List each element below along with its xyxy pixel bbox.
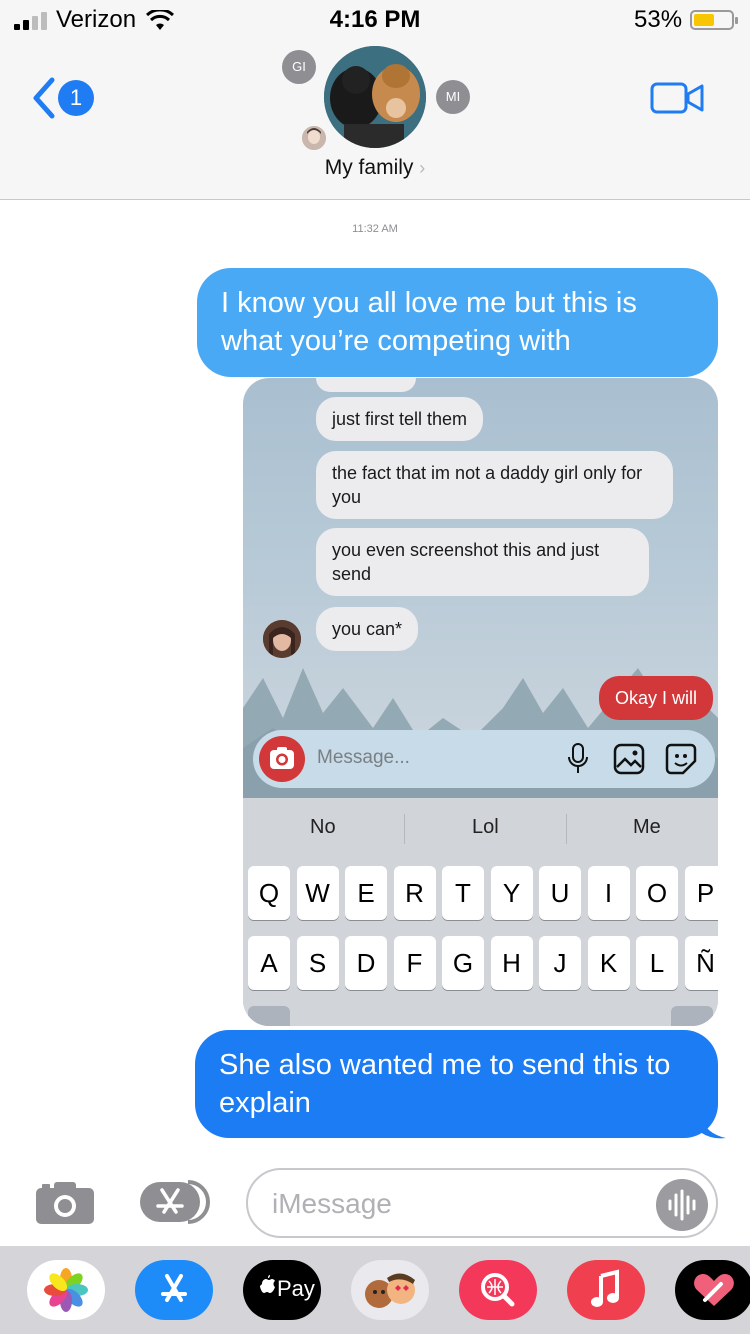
audio-message-button[interactable] [656, 1179, 708, 1231]
camera-icon[interactable] [34, 1178, 96, 1226]
key-s: S [296, 936, 339, 990]
keyboard: No Lol Me QWERTYUIOP ASDFGHJKLÑ [243, 798, 718, 1026]
bubble-tail [700, 1116, 726, 1139]
group-avatar[interactable] [324, 46, 426, 148]
contact-avatar [263, 620, 301, 658]
delete-key [671, 1006, 713, 1026]
key-d: D [345, 936, 387, 990]
apple-pay-label: Pay [277, 1276, 315, 1301]
chat-bubble-sent: Okay I will [599, 676, 714, 720]
photos-app-icon[interactable] [27, 1260, 105, 1320]
member-avatar-photo [302, 126, 326, 150]
key-l: L [636, 936, 678, 990]
key-f: F [393, 936, 436, 990]
suggestion: Me [633, 816, 661, 838]
shift-key [248, 1006, 290, 1026]
suggestion: Lol [472, 816, 499, 838]
key-y: Y [490, 866, 533, 920]
key-ñ: Ñ [684, 936, 718, 990]
key-o: O [636, 866, 678, 920]
chat-bubble: the fact that im not a daddy girl only f… [316, 451, 673, 519]
chat-bubble: you can* [316, 607, 419, 651]
chat-bubble: you even screenshot this and just send [316, 528, 649, 596]
sent-message-bubble[interactable]: I know you all love me but this is what … [197, 268, 718, 377]
key-r: R [393, 866, 436, 920]
suggestion: No [310, 816, 336, 838]
member-avatar-gi: GI [282, 50, 316, 84]
screenshot-attachment[interactable]: just first tell them the fact that im no… [243, 378, 718, 1026]
apple-pay-icon[interactable]: Pay [243, 1260, 321, 1320]
imessage-input[interactable]: iMessage [246, 1168, 718, 1238]
key-u: U [539, 866, 581, 920]
gallery-icon [613, 743, 645, 775]
message-placeholder: Message... [317, 747, 410, 768]
key-t: T [442, 866, 484, 920]
app-drawer: Pay [0, 1246, 750, 1334]
chevron-right-icon: › [419, 158, 426, 178]
chat-bubble: just first tell them [316, 397, 484, 441]
predictive-suggestions: No Lol Me [243, 798, 718, 858]
key-i: I [587, 866, 630, 920]
compose-bar: iMessage [0, 1160, 750, 1246]
conversation-header: 1 GI MI My family › [0, 40, 750, 200]
app-store-icon[interactable] [138, 1178, 214, 1226]
search-images-icon[interactable] [459, 1260, 537, 1320]
key-a: A [248, 936, 290, 990]
key-p: P [684, 866, 718, 920]
waveform-icon [668, 1189, 696, 1221]
group-name[interactable]: My family › [0, 156, 750, 180]
memoji-icon[interactable] [351, 1260, 429, 1320]
battery-icon [690, 10, 738, 30]
digital-touch-icon[interactable] [675, 1260, 750, 1320]
facetime-video-icon[interactable] [650, 80, 704, 116]
key-h: H [490, 936, 533, 990]
key-e: E [345, 866, 387, 920]
group-name-label: My family [324, 156, 414, 179]
sticker-icon [665, 743, 697, 775]
camera-icon [259, 736, 305, 782]
key-w: W [296, 866, 339, 920]
key-q: Q [248, 866, 290, 920]
member-avatar-mi: MI [436, 80, 470, 114]
message-timestamp: 11:32 AM [352, 223, 398, 235]
status-bar: Verizon 4:16 PM 53% [0, 0, 750, 40]
message-bar: Message... [253, 730, 715, 788]
message-thread[interactable]: 11:32 AM I know you all love me but this… [0, 201, 750, 1161]
key-g: G [442, 936, 484, 990]
unread-badge: 1 [58, 80, 94, 116]
sent-message-bubble[interactable]: She also wanted me to send this to expla… [195, 1030, 718, 1138]
chat-bubble-partial [316, 378, 416, 392]
microphone-icon [568, 743, 588, 773]
key-j: J [539, 936, 581, 990]
imessage-placeholder: iMessage [272, 1188, 392, 1219]
app-store-icon[interactable] [135, 1260, 213, 1320]
battery-percent: 53% [634, 6, 683, 33]
key-k: K [587, 936, 630, 990]
chevron-left-icon [33, 77, 55, 119]
back-button[interactable]: 1 [30, 76, 100, 120]
dogs-photo [324, 46, 426, 148]
music-icon[interactable] [567, 1260, 645, 1320]
